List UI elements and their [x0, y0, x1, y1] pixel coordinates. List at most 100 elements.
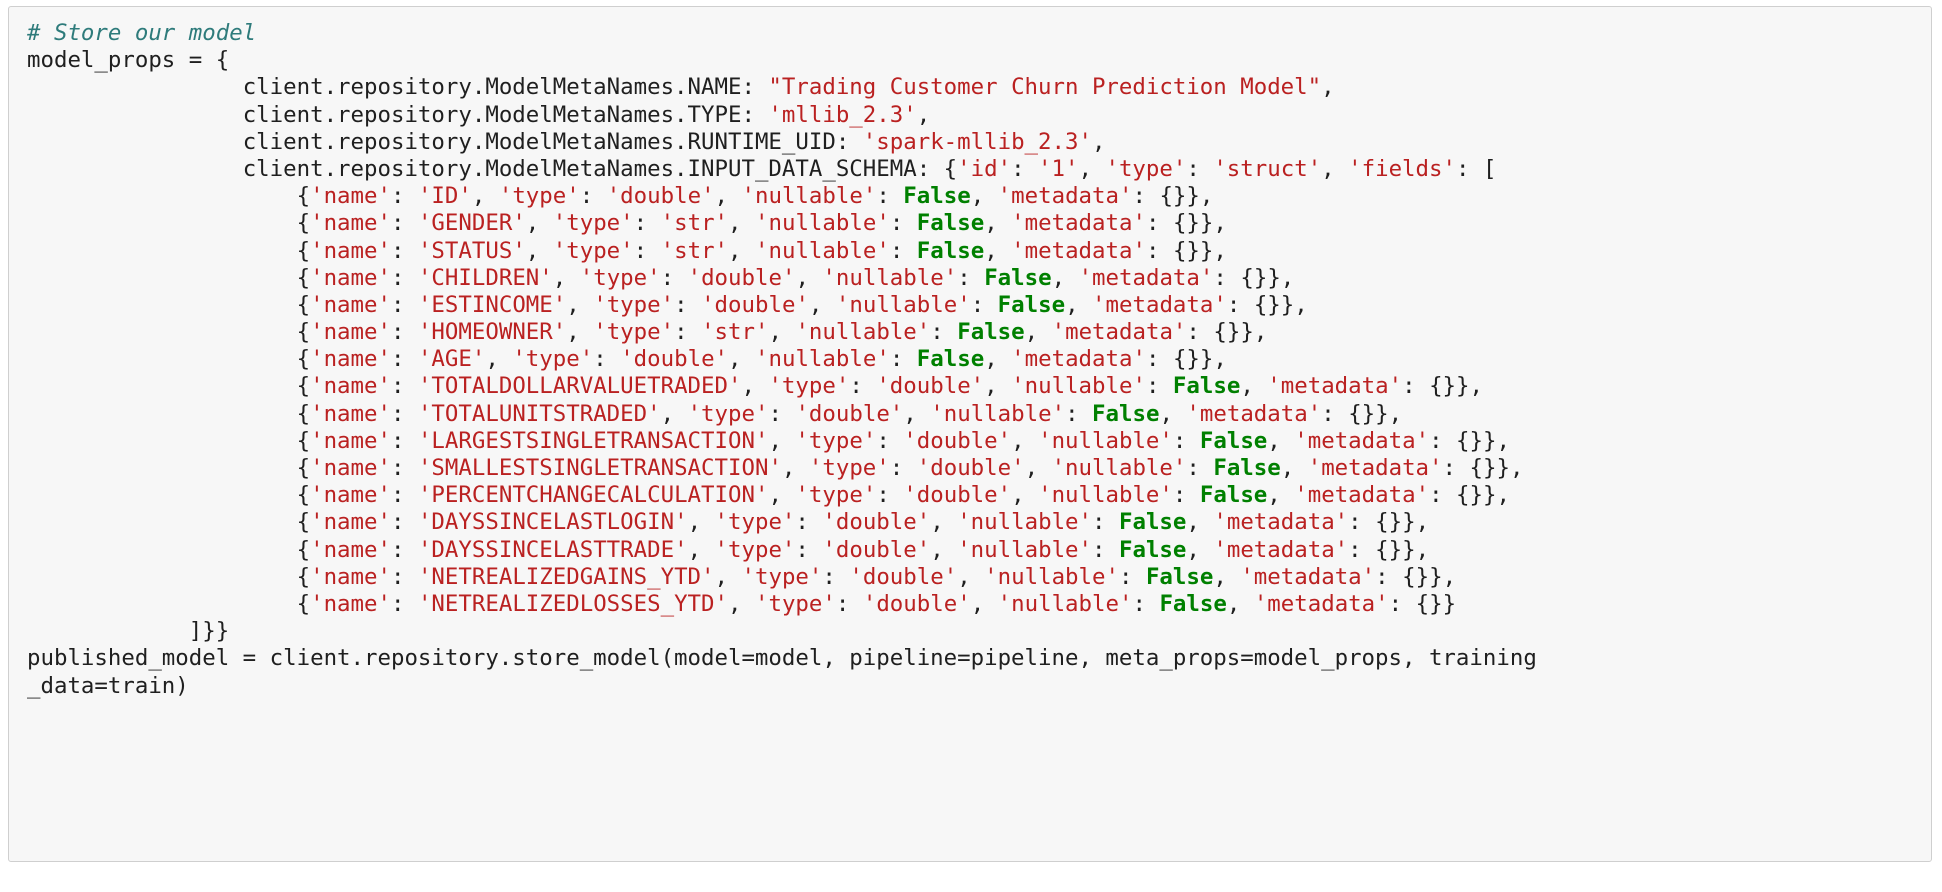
- colon: :: [768, 400, 796, 427]
- colon: :: [795, 536, 823, 563]
- field-nullable-value: False: [916, 237, 985, 264]
- code-cell[interactable]: # Store our model model_props = { client.…: [8, 6, 1932, 862]
- separator: ,: [930, 536, 958, 563]
- field-type-key: 'type': [741, 563, 823, 590]
- field-name-key: 'name': [310, 427, 391, 454]
- dict-open-brace: {: [296, 183, 311, 210]
- field-metadata-value: {}: [1456, 427, 1483, 454]
- colon: :: [390, 210, 418, 237]
- dict-close-brace: }: [1442, 590, 1457, 617]
- field-type-value: 'double': [916, 455, 1025, 481]
- separator: ,: [714, 183, 742, 210]
- field-metadata-value: {}: [1159, 183, 1187, 210]
- metaname-name-value: "Trading Customer Churn Prediction Model…: [768, 74, 1322, 101]
- code-line-meta-runtime-uid: client.repository.ModelMetaNames.RUNTIME…: [27, 129, 1927, 156]
- metaname-runtime-key: client.repository.ModelMetaNames.RUNTIME…: [242, 128, 863, 155]
- trailing-comma: ,: [1253, 319, 1268, 346]
- field-type-value: 'double': [876, 373, 985, 400]
- metaname-runtime-trail: ,: [1091, 128, 1106, 155]
- colon: :: [660, 264, 688, 291]
- dict-open-brace: {: [296, 291, 311, 318]
- field-type-key: 'type': [593, 291, 675, 318]
- field-name-key: 'name': [310, 183, 391, 210]
- colon: :: [1402, 373, 1430, 400]
- separator: ,: [768, 427, 796, 454]
- separator: ,: [984, 210, 1012, 237]
- field-name-key: 'name': [310, 319, 391, 346]
- separator: ,: [714, 563, 742, 590]
- code-line-schema-field: {'name': 'ESTINCOME', 'type': 'double', …: [27, 292, 1927, 319]
- field-metadata-key: 'metadata': [1078, 264, 1214, 291]
- colon: :: [1442, 455, 1470, 481]
- colon: :: [593, 346, 621, 373]
- colon: :: [849, 373, 877, 400]
- dict-close-brace: }: [1402, 536, 1416, 563]
- field-name-key: 'name': [310, 346, 391, 373]
- metaname-runtime-value: 'spark-mllib_2.3': [862, 128, 1092, 155]
- separator: ,: [957, 563, 985, 590]
- field-name-key: 'name': [310, 264, 391, 291]
- trailing-comma: ,: [1199, 183, 1214, 210]
- trailing-comma: ,: [1294, 291, 1308, 318]
- separator: ,: [1267, 482, 1295, 509]
- field-metadata-key: 'metadata': [1011, 210, 1146, 237]
- dict-close-brace: }: [1280, 291, 1295, 318]
- field-metadata-value: {}: [1402, 563, 1430, 590]
- schema-fields-open: : [: [1455, 155, 1497, 182]
- field-nullable-value: False: [957, 319, 1025, 346]
- field-metadata-key: 'metadata': [997, 183, 1133, 210]
- field-metadata-value: {}: [1213, 319, 1241, 346]
- field-name-value: 'TOTALDOLLARVALUETRADED': [417, 373, 742, 400]
- separator: ,: [903, 400, 931, 427]
- code-line-close-brackets: ]}}: [27, 618, 1927, 645]
- field-name-value: 'DAYSSINCELASTLOGIN': [417, 509, 688, 536]
- code-block[interactable]: # Store our model model_props = { client.…: [27, 20, 1927, 700]
- separator: ,: [768, 482, 796, 509]
- separator: ,: [1024, 319, 1052, 346]
- field-nullable-value: False: [1092, 400, 1160, 427]
- field-nullable-key: 'nullable': [795, 319, 931, 346]
- field-name-value: 'AGE': [417, 346, 486, 373]
- colon: :: [1092, 536, 1119, 563]
- field-metadata-value: {}: [1469, 455, 1497, 481]
- field-metadata-key: 'metadata': [1011, 237, 1146, 264]
- colon: :: [1132, 183, 1160, 210]
- field-name-value: 'ID': [417, 183, 472, 210]
- field-name-value: 'CHILDREN': [417, 264, 553, 291]
- field-nullable-value: False: [1145, 563, 1214, 590]
- dict-open-brace: {: [296, 400, 311, 427]
- trailing-comma: ,: [1442, 563, 1457, 590]
- schema-field-lines: {'name': 'ID', 'type': 'double', 'nullab…: [27, 183, 1927, 618]
- field-nullable-key: 'nullable': [957, 509, 1093, 536]
- field-metadata-key: 'metadata': [1051, 319, 1187, 346]
- colon: :: [674, 319, 702, 346]
- colon: :: [1375, 563, 1403, 590]
- store-model-call-part2: _data=train): [27, 672, 189, 699]
- field-metadata-key: 'metadata': [1186, 400, 1322, 427]
- colon: :: [970, 291, 998, 318]
- field-type-value: 'double': [606, 183, 715, 210]
- colon: :: [579, 183, 607, 210]
- field-metadata-value: {}: [1348, 400, 1376, 427]
- separator: ,: [930, 509, 958, 536]
- separator: ,: [687, 509, 715, 536]
- separator: ,: [660, 400, 688, 427]
- close-brackets: ]}}: [188, 618, 230, 645]
- python-comment: # Store our model: [27, 20, 257, 46]
- field-metadata-value: {}: [1415, 590, 1443, 617]
- field-name-value: 'DAYSSINCELASTTRADE': [417, 536, 688, 563]
- colon: :: [1213, 264, 1241, 291]
- field-nullable-value: False: [903, 183, 971, 210]
- field-name-key: 'name': [310, 482, 391, 509]
- code-line-store-model-1: published_model = client.repository.stor…: [27, 645, 1927, 672]
- field-metadata-value: {}: [1253, 291, 1281, 318]
- colon: :: [957, 264, 985, 291]
